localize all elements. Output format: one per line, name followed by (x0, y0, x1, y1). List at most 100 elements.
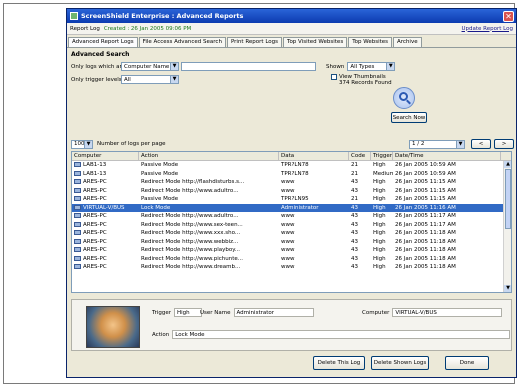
delete-shown-logs-button[interactable]: Delete Shown Logs (371, 356, 429, 370)
col-data[interactable]: Data (279, 152, 349, 160)
field-text-input[interactable] (181, 62, 316, 71)
per-page-value: 100 (74, 141, 85, 147)
cell-text: ARES-PC (83, 230, 107, 236)
table-row[interactable]: LAB1-13 Passive Mode TPR?LN78 21 High 26 Jan … (72, 161, 511, 170)
tab-strip: Advanced Report Logs File Access Advance… (67, 37, 516, 48)
table-row[interactable]: ARES-PC Redirect Mode http://www.webbiz..… (72, 238, 511, 247)
table-row[interactable]: ARES-PC Redirect Mode http://www.dreamb..… (72, 263, 511, 272)
detail-trigger-label: Trigger (152, 309, 171, 316)
per-page-select[interactable]: 100 ▼ (71, 139, 93, 149)
table-cell: High (371, 212, 393, 221)
computer-icon (74, 162, 81, 167)
table-cell: TPR?LN78 (279, 170, 349, 179)
search-icon[interactable] (393, 87, 415, 109)
cell-text: High (373, 230, 386, 236)
next-page-button[interactable]: > (494, 139, 514, 149)
tab-top-visited-websites[interactable]: Top Visited Websites (283, 37, 348, 47)
update-report-log-link[interactable]: Update Report Log (462, 26, 513, 32)
prev-page-button[interactable]: < (471, 139, 491, 149)
col-trigger[interactable]: Trigger (371, 152, 393, 160)
cell-text: www (281, 230, 295, 236)
tab-print-report-logs[interactable]: Print Report Logs (226, 37, 283, 47)
table-cell: High (371, 161, 393, 170)
cell-text: 43 (351, 255, 358, 262)
table-cell: High (371, 187, 393, 196)
cell-text: Medium (373, 170, 393, 177)
cell-text: Passive Mode (141, 196, 179, 202)
scroll-down-icon[interactable]: ▼ (504, 285, 511, 292)
close-button[interactable]: ✕ (503, 10, 514, 22)
field-select[interactable]: Computer Name ▼ (121, 62, 179, 71)
col-datetime[interactable]: Date/Time (393, 152, 501, 160)
table-cell: 26 Jan 2005 11:15 AM (393, 187, 501, 196)
table-cell: 26 Jan 2005 11:16 AM (393, 204, 501, 213)
table-header: Computer Action Data Code Trigger Date/T… (72, 152, 511, 161)
screenshot-thumbnail[interactable] (86, 306, 140, 348)
cell-text: Redirect Mode http://flashdisturbs.s... (141, 179, 245, 185)
scroll-thumb[interactable] (505, 169, 511, 229)
table-cell: ARES-PC (72, 229, 139, 238)
table-cell: High (371, 246, 393, 255)
table-cell: Redirect Mode http://www.xxx.sho... (139, 229, 279, 238)
table-cell: Passive Mode (139, 195, 279, 204)
table-row[interactable]: ARES-PC Passive Mode TPR?LN95 21 High 26 Jan … (72, 195, 511, 204)
title-bar[interactable]: ScreenShield Enterprise : Advanced Repor… (67, 9, 516, 23)
table-row[interactable]: ARES-PC Redirect Mode http://www.adultro.… (72, 187, 511, 196)
shown-select[interactable]: All Types ▼ (347, 62, 396, 71)
table-cell: VIRTUAL-V/BUS (72, 204, 139, 213)
col-action[interactable]: Action (139, 152, 279, 160)
only-logs-label: Only logs which are from (71, 63, 140, 70)
view-thumbnails-checkbox[interactable] (331, 73, 337, 80)
per-page-label: Number of logs per page (97, 141, 166, 147)
cell-text: 26 Jan 2005 11:15 AM (395, 196, 456, 202)
vertical-scrollbar[interactable]: ▲ ▼ (503, 161, 511, 292)
cell-text: 43 (351, 238, 358, 245)
scroll-up-icon[interactable]: ▲ (504, 161, 511, 168)
cell-text: 26 Jan 2005 11:18 AM (395, 238, 456, 245)
tab-advanced-report-logs[interactable]: Advanced Report Logs (68, 37, 138, 47)
table-cell: www (279, 212, 349, 221)
table-cell: 43 (349, 255, 371, 264)
chevron-down-icon: ▼ (170, 76, 178, 83)
cell-text: 21 (351, 162, 358, 168)
table-cell: 21 (349, 161, 371, 170)
table-cell: 43 (349, 187, 371, 196)
trigger-select[interactable]: All ▼ (121, 75, 179, 84)
done-button[interactable]: Done (445, 356, 489, 370)
tab-file-access-search[interactable]: File Access Advanced Search (138, 37, 226, 47)
cell-text: 26 Jan 2005 10:59 AM (395, 170, 456, 177)
cell-text: ARES-PC (83, 179, 107, 185)
table-row[interactable]: ARES-PC Redirect Mode http://www.playboy.… (72, 246, 511, 255)
col-computer[interactable]: Computer (72, 152, 139, 160)
table-row[interactable]: ARES-PC Redirect Mode http://www.sex-teen… (72, 221, 511, 230)
table-cell: Redirect Mode http://flashdisturbs.s... (139, 178, 279, 187)
table-row[interactable]: LAB1-13 Passive Mode TPR?LN78 21 Medium 26 Ja… (72, 170, 511, 179)
tab-archive[interactable]: Archive (393, 37, 422, 47)
detail-computer-label: Computer (362, 309, 390, 316)
table-cell: www (279, 229, 349, 238)
chevron-down-icon: ▼ (456, 140, 464, 148)
col-code[interactable]: Code (349, 152, 371, 160)
table-cell: Administrator (279, 204, 349, 213)
app-icon (70, 12, 78, 20)
cell-text: 43 (351, 213, 358, 219)
table-row[interactable]: ARES-PC Redirect Mode http://flashdisturb… (72, 178, 511, 187)
table-cell: 43 (349, 212, 371, 221)
cell-text: Redirect Mode http://www.adultro... (141, 187, 239, 194)
shown-label: Shown (326, 63, 345, 70)
table-cell: High (371, 255, 393, 264)
table-row[interactable]: ARES-PC Redirect Mode http://www.adultro.… (72, 212, 511, 221)
search-now-button[interactable]: Search Now (391, 112, 427, 123)
computer-icon (74, 187, 81, 193)
table-row[interactable]: ARES-PC Redirect Mode http://www.pichunte… (72, 255, 511, 264)
tab-top-websites[interactable]: Top Websites (348, 37, 393, 47)
table-row[interactable]: ARES-PC Redirect Mode http://www.xxx.sho.… (72, 229, 511, 238)
table-cell: High (371, 238, 393, 247)
table-row[interactable]: VIRTUAL-V/BUS Lock Mode Administrator 43 Hig… (72, 203, 511, 213)
delete-log-button[interactable]: Delete This Log (313, 356, 365, 370)
table-cell: 43 (349, 246, 371, 255)
cell-text: www (281, 179, 295, 185)
cell-text: Administrator (281, 204, 319, 211)
page-select[interactable]: 1 / 2 ▼ (409, 139, 465, 149)
table-cell: 26 Jan 2005 10:59 AM (393, 170, 501, 179)
